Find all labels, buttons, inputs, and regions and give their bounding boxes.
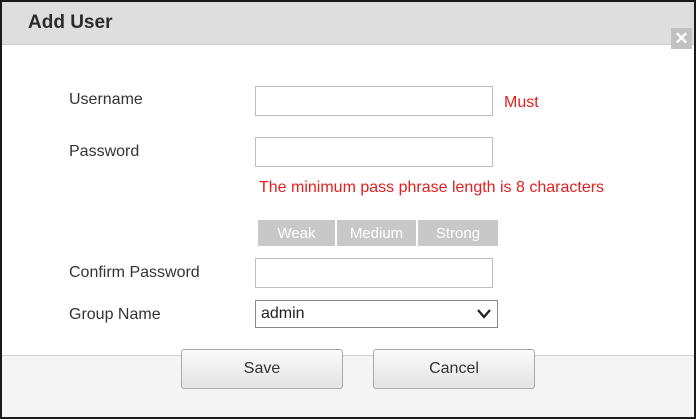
confirm-password-label: Confirm Password (69, 264, 200, 281)
dialog-title-bar: Add User (2, 2, 694, 45)
strength-strong: Strong (418, 220, 498, 246)
close-icon: ✕ (674, 28, 689, 48)
password-input[interactable] (255, 137, 493, 167)
dialog-footer (2, 356, 694, 417)
password-length-hint: The minimum pass phrase length is 8 char… (259, 179, 605, 196)
password-label: Password (69, 143, 140, 160)
username-required-note: Must (504, 94, 539, 111)
strength-medium: Medium (337, 220, 418, 246)
cancel-button[interactable]: Cancel (373, 349, 535, 389)
strength-weak: Weak (258, 220, 337, 246)
group-name-select[interactable]: admin (255, 300, 498, 328)
close-button[interactable]: ✕ (671, 28, 692, 49)
chevron-down-icon (477, 306, 491, 325)
password-strength-meter: Weak Medium Strong (258, 220, 498, 246)
confirm-password-input[interactable] (255, 258, 493, 288)
group-name-selected-value: admin (261, 305, 305, 322)
save-button[interactable]: Save (181, 349, 343, 389)
dialog-title: Add User (28, 12, 113, 33)
add-user-dialog: Add User Username Must Password The mini… (0, 0, 696, 419)
username-label: Username (69, 91, 143, 108)
group-name-label: Group Name (69, 306, 161, 323)
username-input[interactable] (255, 86, 493, 116)
